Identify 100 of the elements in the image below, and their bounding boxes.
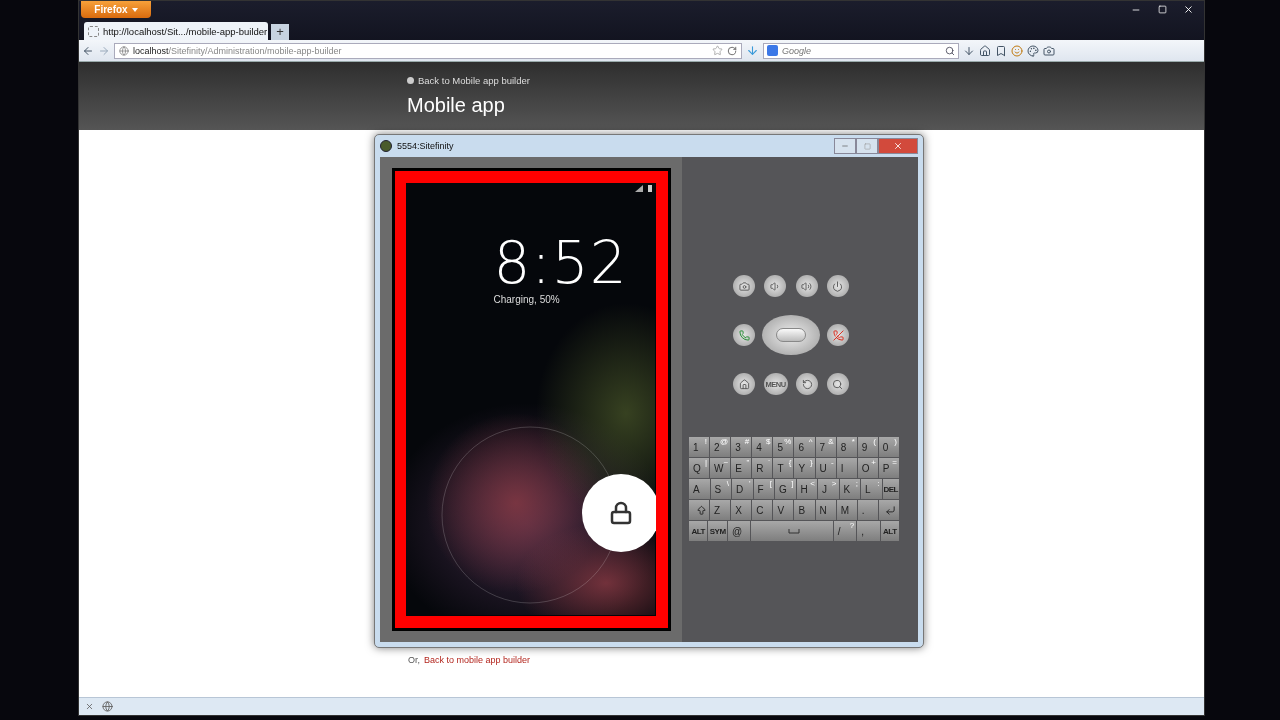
keyboard-key[interactable]: W~ [710,458,731,478]
keyboard-key[interactable]: J > [818,479,839,499]
keyboard-key[interactable]: X [731,500,752,520]
alt-character: [ [769,479,772,488]
alt-character: + [871,458,876,467]
charging-status: Charging, 50% [493,294,560,305]
keyboard-key[interactable]: . [857,500,878,520]
alt-character: ^ [808,437,813,446]
shift-key[interactable] [689,500,710,520]
keyboard-key[interactable]: 7 & [815,437,836,457]
keyboard-key[interactable]: ALT [689,521,708,541]
search-icon[interactable] [945,45,955,56]
keyboard-key[interactable]: Z [710,500,731,520]
keyboard-key[interactable]: H < [796,479,817,499]
keyboard-key[interactable]: O + [857,458,878,478]
keyboard-key[interactable]: R ` [752,458,773,478]
bookmark-star-icon[interactable] [712,45,723,56]
keyboard-key[interactable]: V [773,500,794,520]
keyboard-key[interactable]: M [836,500,857,520]
keyboard-key[interactable]: 0 ) [878,437,899,457]
shift-icon [695,504,707,516]
keyboard-key[interactable]: A [689,479,710,499]
call-button[interactable] [733,324,755,346]
back-link[interactable]: Back to mobile app builder [424,655,531,697]
alt-character: : [877,479,880,488]
globe-icon[interactable] [102,701,113,712]
keyboard-key[interactable]: K ; [839,479,860,499]
new-tab-button[interactable]: + [271,24,289,40]
space-key[interactable] [751,521,833,541]
back-button[interactable] [82,44,94,57]
keyboard-key[interactable]: 1 ! [689,437,710,457]
maximize-button[interactable] [856,138,878,154]
hang-up-button[interactable] [827,324,849,346]
volume-up-button[interactable] [795,275,818,297]
palette-icon[interactable] [1027,44,1039,57]
keyboard-key[interactable]: N [815,500,836,520]
home-button[interactable] [733,373,755,395]
keyboard-key[interactable]: Q | [689,458,710,478]
search-field[interactable]: Google [763,42,959,59]
keyboard-key[interactable]: B [794,500,815,520]
search-icon [832,378,844,390]
keyboard-key[interactable]: / ? [833,521,857,541]
camera-button[interactable] [733,275,755,297]
volume-down-icon [769,280,781,292]
close-icon[interactable] [85,702,94,711]
keyboard-key[interactable]: ALT [880,521,900,541]
minimize-button[interactable] [834,138,856,154]
keyboard-key[interactable]: 3 # [731,437,752,457]
bookmarks-icon[interactable] [995,44,1007,57]
power-button[interactable] [827,275,849,297]
keyboard-key[interactable]: 4 $ [752,437,773,457]
clock-time: 8:52 [492,235,629,291]
dpad[interactable] [762,315,820,355]
search-button[interactable] [826,373,849,395]
alt-character: @ [720,437,729,446]
keyboard-key[interactable]: 6 ^ [794,437,815,457]
keyboard-key[interactable]: T { [773,458,794,478]
keyboard-key[interactable]: L : [861,479,882,499]
address-field[interactable]: localhost/Sitefinity/Administration/mobile-app-builder [114,42,742,59]
maximize-icon [863,142,871,150]
keyboard-key[interactable]: U - [815,458,836,478]
keyboard-key[interactable]: Y } [794,458,815,478]
keyboard-key[interactable]: E " [731,458,752,478]
enter-key[interactable] [878,500,899,520]
power-icon [832,280,844,292]
volume-down-button[interactable] [764,275,787,297]
keyboard-key[interactable]: , [857,521,880,541]
alt-character: ~ [723,458,729,467]
download-icon[interactable] [963,44,975,57]
keyboard-key[interactable]: C [752,500,773,520]
enter-icon [885,504,897,516]
reload-icon[interactable] [727,45,737,56]
alt-character: & [828,437,834,446]
alt-character: ] [791,479,794,488]
keyboard-key[interactable]: 2@ [710,437,731,457]
keyboard-key[interactable]: 9 ( [857,437,878,457]
home-icon[interactable] [979,44,991,57]
browser-tab[interactable]: http://localhost/Sit.../mobile-app-builder [84,22,268,40]
keyboard-key[interactable]: SYM [708,521,727,541]
back-button[interactable] [796,373,819,395]
download-arrow-icon[interactable] [746,44,759,57]
globe-icon [119,45,129,56]
keyboard-key[interactable]: @ [727,521,751,541]
keyboard-key[interactable]: I [836,458,857,478]
keyboard-key[interactable]: S \ [710,479,731,499]
alt-character: ' [748,479,751,488]
keyboard-key[interactable]: G ] [775,479,796,499]
back-link[interactable]: Back to Mobile app builder [407,75,1204,86]
keyboard-key[interactable]: 5% [773,437,794,457]
camera-icon[interactable] [1043,44,1055,57]
delete-key[interactable]: DEL [882,479,899,499]
window-title: 5554:Sitefinity [397,141,454,151]
dpad-center-button[interactable] [776,328,806,342]
keyboard-key[interactable]: D ' [732,479,753,499]
minimize-icon [841,142,849,150]
alt-character: % [784,437,792,446]
keyboard-key[interactable]: F [ [753,479,774,499]
keyboard-key[interactable]: P = [878,458,899,478]
alt-character: > [831,479,837,488]
keyboard-key[interactable]: 8 * [836,437,857,457]
